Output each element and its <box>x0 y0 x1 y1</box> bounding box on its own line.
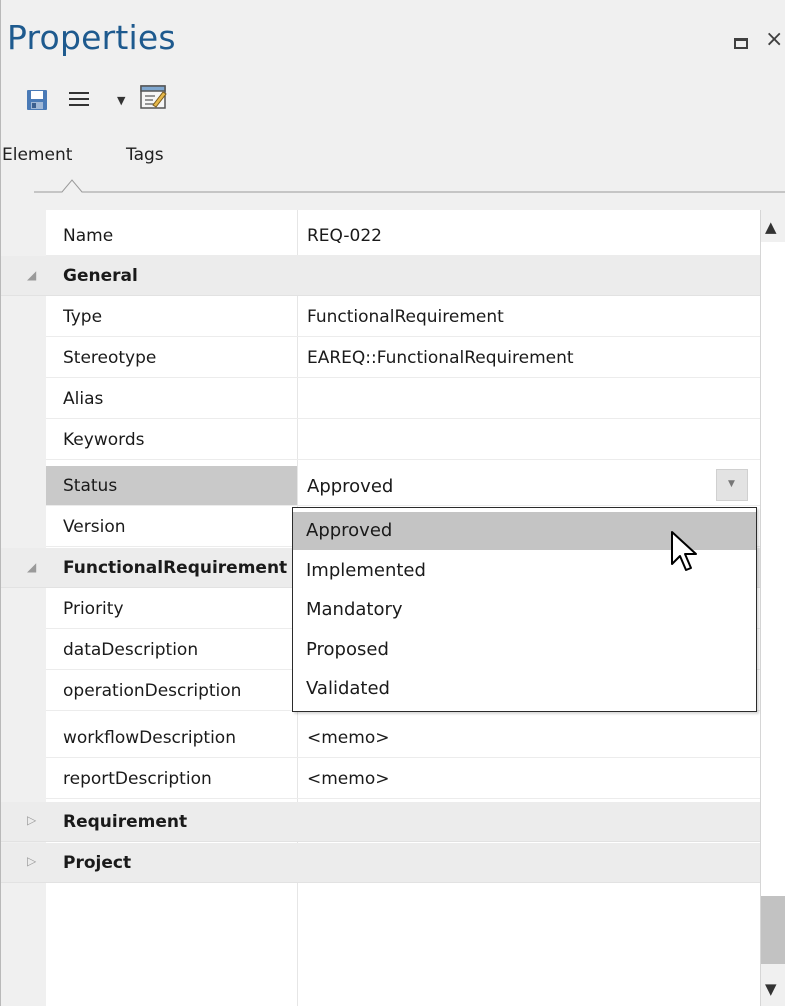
group-label: Requirement <box>63 812 188 832</box>
group-general[interactable]: ◢ General <box>1 256 760 296</box>
option-label: Mandatory <box>306 599 403 620</box>
hamburger-menu-icon[interactable] <box>68 88 90 110</box>
properties-panel: Properties × ▼ Element Tags Name REQ-022… <box>0 0 785 1006</box>
dropdown-option-validated[interactable]: Validated <box>293 670 756 708</box>
property-label: reportDescription <box>63 769 212 789</box>
panel-title: Properties <box>7 18 176 57</box>
properties-icon[interactable] <box>139 83 167 111</box>
property-row-report-description[interactable]: reportDescription <memo> <box>46 759 760 799</box>
group-project[interactable]: ▷ Project <box>1 843 760 883</box>
collapsed-arrow-icon[interactable]: ▷ <box>27 854 36 868</box>
property-row-name[interactable]: Name REQ-022 <box>46 216 760 256</box>
property-row-status[interactable]: Status Approved ▼ <box>46 466 760 506</box>
dropdown-option-mandatory[interactable]: Mandatory <box>293 591 756 629</box>
property-row-type[interactable]: Type FunctionalRequirement <box>46 297 760 337</box>
maximize-icon[interactable] <box>734 38 748 49</box>
property-value[interactable]: <memo> <box>307 769 389 789</box>
property-label: Name <box>63 226 114 246</box>
group-label: General <box>63 266 138 286</box>
chevron-down-icon[interactable]: ▼ <box>117 94 125 107</box>
property-row-workflow-description[interactable]: workflowDescription <memo> <box>46 718 760 758</box>
property-label: Keywords <box>63 430 145 450</box>
group-label: FunctionalRequirement <box>63 558 288 578</box>
vertical-scrollbar[interactable]: ▲ ▼ <box>760 210 785 1006</box>
tab-element[interactable]: Element <box>2 145 72 165</box>
property-row-stereotype[interactable]: Stereotype EAREQ::FunctionalRequirement <box>46 338 760 378</box>
save-icon[interactable] <box>26 89 48 111</box>
property-label: Priority <box>63 599 124 619</box>
collapsed-arrow-icon[interactable]: ▷ <box>27 813 36 827</box>
expanded-arrow-icon[interactable]: ◢ <box>27 560 36 574</box>
property-value[interactable]: FunctionalRequirement <box>307 307 504 327</box>
property-label: Type <box>63 307 103 327</box>
mouse-pointer-icon <box>671 531 697 571</box>
scrollbar-track[interactable] <box>761 242 785 896</box>
group-label: Project <box>63 853 132 873</box>
status-combo-value[interactable]: Approved <box>307 476 393 497</box>
option-label: Approved <box>306 520 393 541</box>
property-label: Alias <box>63 389 104 409</box>
property-label: Stereotype <box>63 348 157 368</box>
scroll-up-arrow-icon[interactable]: ▲ <box>765 218 777 236</box>
group-requirement[interactable]: ▷ Requirement <box>1 802 760 842</box>
property-label: workflowDescription <box>63 728 236 748</box>
scrollbar-thumb[interactable] <box>761 896 785 964</box>
toolbar: ▼ <box>1 78 785 122</box>
close-icon[interactable]: × <box>765 29 783 51</box>
status-dropdown-button[interactable]: ▼ <box>716 469 748 501</box>
tab-bar: Element Tags <box>1 140 785 200</box>
tab-tags[interactable]: Tags <box>126 145 164 165</box>
property-label: operationDescription <box>63 681 242 701</box>
property-label: dataDescription <box>63 640 199 660</box>
property-value[interactable]: EAREQ::FunctionalRequirement <box>307 348 574 368</box>
dropdown-option-proposed[interactable]: Proposed <box>293 631 756 669</box>
property-label: Status <box>63 476 118 496</box>
expanded-arrow-icon[interactable]: ◢ <box>27 268 36 282</box>
tab-active-indicator <box>34 179 785 193</box>
option-label: Proposed <box>306 639 389 660</box>
property-value[interactable]: <memo> <box>307 728 389 748</box>
option-label: Implemented <box>306 560 426 581</box>
property-label: Version <box>63 517 126 537</box>
property-value[interactable]: REQ-022 <box>307 226 382 246</box>
chevron-down-icon: ▼ <box>728 479 735 489</box>
grid-gutter <box>1 210 46 1006</box>
scroll-down-arrow-icon[interactable]: ▼ <box>765 980 777 998</box>
property-row-keywords[interactable]: Keywords <box>46 420 760 460</box>
option-label: Validated <box>306 678 390 699</box>
property-row-alias[interactable]: Alias <box>46 379 760 419</box>
